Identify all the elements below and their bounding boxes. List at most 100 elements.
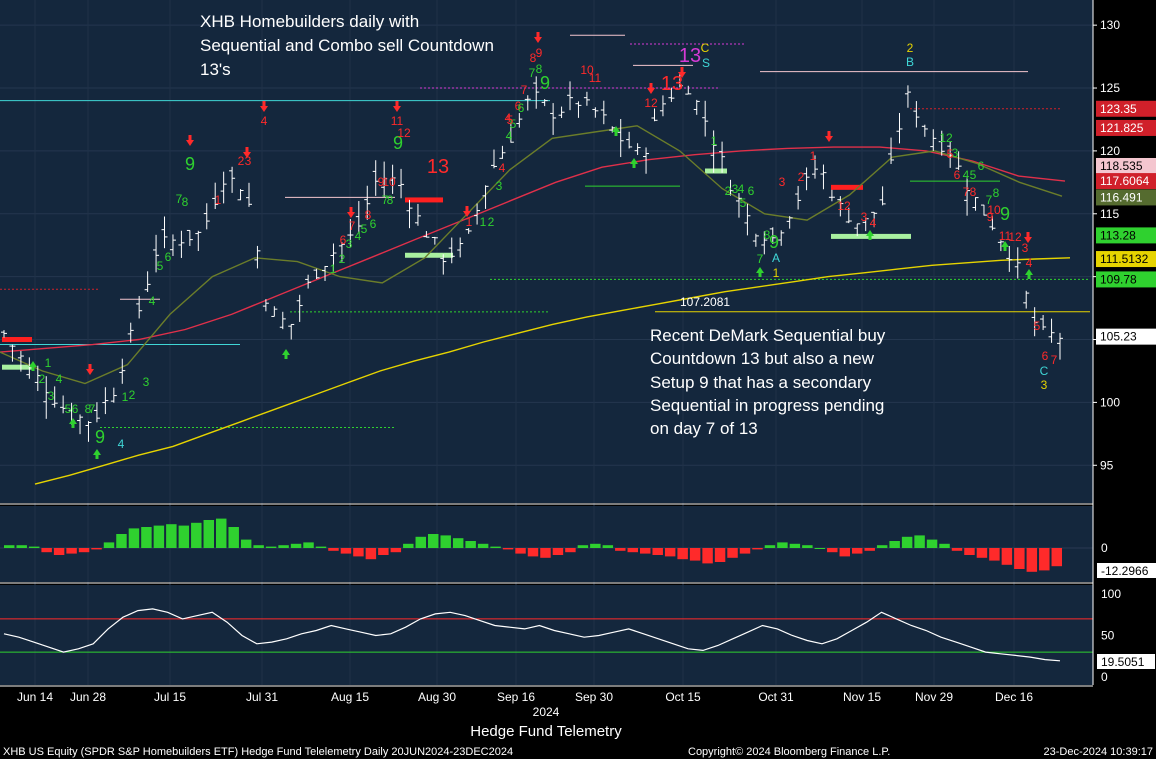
momentum-bar <box>228 527 239 548</box>
x-tick-label: Sep 30 <box>575 690 613 704</box>
demark-count: 2 <box>798 170 805 184</box>
demark-count: 1 <box>122 390 129 404</box>
price-tick-label: 115 <box>1100 207 1119 221</box>
momentum-bar <box>727 548 738 558</box>
x-tick-label: Sep 16 <box>497 690 535 704</box>
momentum-zero-label: 0 <box>1101 541 1108 555</box>
xhb-chart: 97 86543219785 6342112 341234 5 6789678910111… <box>0 0 1156 759</box>
footer-right: 23-Dec-2024 10:39:17 <box>1044 746 1153 758</box>
demark-count: 8 <box>85 402 92 416</box>
demark-count: 8 <box>993 186 1000 200</box>
momentum-bar <box>116 534 127 548</box>
momentum-bar <box>739 548 751 554</box>
momentum-bar <box>677 548 688 560</box>
demark-count: 7 <box>521 83 528 97</box>
demark-count: 4 <box>738 182 745 196</box>
momentum-bar <box>303 542 314 548</box>
demark-count: 8 <box>387 193 394 207</box>
momentum-bar <box>926 539 938 548</box>
momentum-bar <box>914 535 925 548</box>
buy-arrow-stem <box>95 455 99 459</box>
momentum-bar <box>465 541 476 548</box>
demark-count: 3 <box>779 175 786 189</box>
momentum-bar <box>365 548 377 560</box>
momentum-bar <box>852 548 863 554</box>
demark-count: C <box>701 41 710 55</box>
momentum-bar <box>28 546 40 548</box>
buy-arrow-stem <box>758 273 762 277</box>
momentum-bar <box>515 548 526 554</box>
demark-count: 5 <box>157 259 164 273</box>
demark-count: 3 <box>1022 241 1029 255</box>
chart-stage: 9 7 8 6 5 4 3 2 1 9 7 8 5 6 3 4 2 1 1 2 3 4 1 2 3 4 5 6 7 8 9 6 7 8 9 10 11 1… <box>0 0 1156 759</box>
x-tick-label: Jul 31 <box>246 690 278 704</box>
rsi-tick-label: 100 <box>1101 587 1121 601</box>
source-label: Hedge Fund Telemetry <box>470 723 622 740</box>
momentum-bar <box>839 548 850 557</box>
momentum-bar <box>640 548 651 554</box>
buy-arrow-stem <box>614 132 618 136</box>
demark-count: 4 <box>499 161 506 175</box>
annotation-line-3: Setup 9 that has a secondary <box>650 373 872 392</box>
sell-arrow-stem <box>349 207 353 212</box>
price-tag-label: 116.491 <box>1100 190 1143 204</box>
momentum-bar <box>153 525 165 548</box>
momentum-bar <box>1039 548 1050 571</box>
sell-arrow-stem <box>262 101 266 106</box>
x-tick-label: Nov 15 <box>843 690 881 704</box>
momentum-bar <box>702 548 713 564</box>
demark-count: B <box>906 55 914 69</box>
momentum-bar <box>939 543 950 548</box>
momentum-bar <box>78 548 90 553</box>
momentum-bar <box>876 545 888 548</box>
demark-count: 4 <box>118 437 125 451</box>
footer-left: XHB US Equity (SPDR S&P Homebuilders ETF… <box>3 746 513 758</box>
momentum-bar <box>166 524 177 548</box>
momentum-bar <box>490 546 501 548</box>
price-tick-label: 120 <box>1100 144 1120 158</box>
momentum-bar <box>615 548 626 551</box>
demark-count: 3 <box>143 375 150 389</box>
momentum-bar <box>627 548 638 553</box>
momentum-bar <box>103 542 115 548</box>
price-tag-label: 121.825 <box>1100 121 1144 135</box>
price-tick-label: 95 <box>1100 458 1114 472</box>
chart-title-line-3: 13's <box>200 60 231 79</box>
demark-count: 9 <box>1000 204 1010 224</box>
rsi-panel-background <box>0 585 1093 685</box>
demark-count: 6 <box>165 250 172 264</box>
demark-count: 1 <box>810 149 817 163</box>
demark-count: 5 <box>740 196 747 210</box>
demark-count: 6 <box>978 159 985 173</box>
momentum-bar <box>802 545 813 548</box>
price-tag-label: 105.23 <box>1100 330 1137 344</box>
momentum-bar <box>340 548 352 554</box>
demark-count: 4 <box>261 114 268 128</box>
price-tag-label: 123.35 <box>1100 102 1137 116</box>
demark-count: 1 <box>773 266 780 280</box>
momentum-bar <box>789 543 801 548</box>
demark-count: 13 <box>427 156 449 178</box>
demark-count: 12 <box>397 126 411 140</box>
price-tag-label: 117.6064 <box>1100 174 1149 188</box>
footer-center: Copyright© 2024 Bloomberg Finance L.P. <box>688 746 890 758</box>
annotation-line-4: Sequential in progress pending <box>650 396 884 415</box>
momentum-bar <box>1026 548 1038 572</box>
demark-count: 8 <box>970 185 977 199</box>
buy-arrow-stem <box>284 355 288 359</box>
demark-count: 1 <box>480 215 487 229</box>
momentum-bar <box>240 539 252 548</box>
momentum-bar <box>864 548 875 551</box>
demark-count: 7 <box>757 252 764 266</box>
demark-count: 5 <box>361 222 368 236</box>
momentum-bar <box>378 548 389 555</box>
demark-count: 2 <box>39 372 46 386</box>
risk-bar-2 <box>2 337 32 343</box>
demark-count: 12 <box>1008 230 1022 244</box>
demark-count: 7 <box>963 185 970 199</box>
x-axis: Jun 14 Jun 28 Jul 15 Jul 31 Aug 15 Aug 30 Sep … <box>17 690 1033 704</box>
risk-bar <box>405 197 443 203</box>
x-tick-label: Aug 30 <box>418 690 456 704</box>
momentum-bar <box>1051 548 1062 567</box>
chart-title-line-2: Sequential and Combo sell Countdown <box>200 36 494 55</box>
